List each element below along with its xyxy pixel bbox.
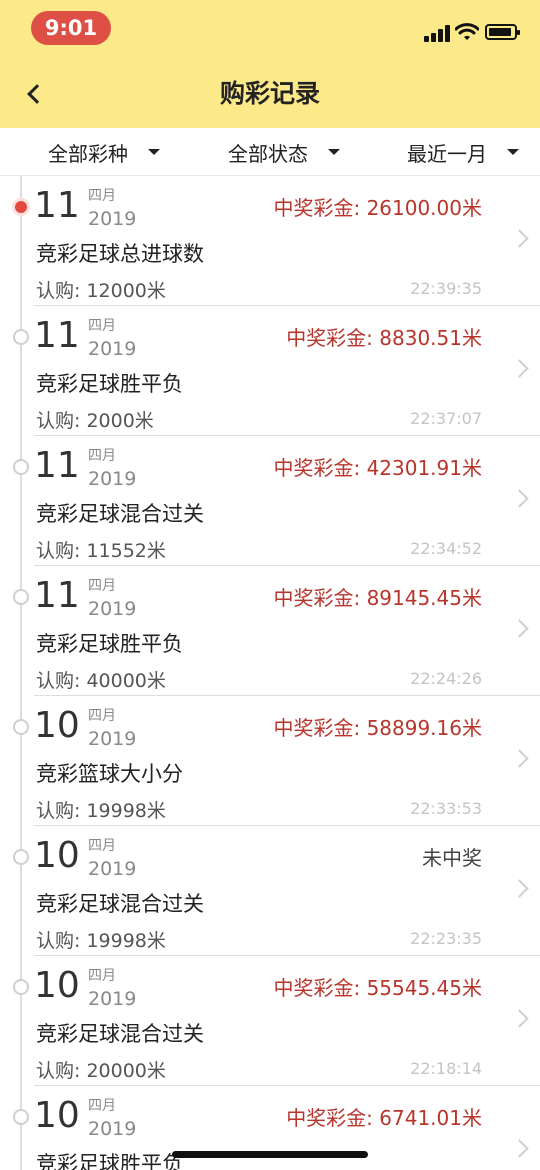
chevron-right-icon bbox=[510, 229, 529, 248]
record-game: 竞彩足球总进球数 bbox=[36, 242, 204, 266]
chevron-right-icon bbox=[510, 619, 529, 638]
record-day: 10 bbox=[34, 705, 80, 746]
record-day: 11 bbox=[34, 315, 80, 356]
record-day: 11 bbox=[34, 575, 80, 616]
battery-icon bbox=[485, 24, 520, 40]
record-prize: 中奖彩金: 6741.01米 bbox=[286, 1106, 482, 1130]
record-year: 2019 bbox=[88, 988, 137, 1010]
record-amount: 认购: 19998米 bbox=[36, 800, 166, 822]
record-day: 11 bbox=[34, 185, 80, 226]
record-prize: 中奖彩金: 26100.00米 bbox=[273, 196, 482, 220]
chevron-right-icon bbox=[510, 879, 529, 898]
record-month: 四月 bbox=[88, 968, 116, 984]
record-row[interactable]: 11 四月 2019 中奖彩金: 26100.00米 竞彩足球总进球数 认购: … bbox=[0, 176, 540, 306]
caret-down-icon bbox=[328, 149, 340, 155]
record-year: 2019 bbox=[88, 208, 137, 230]
record-amount: 认购: 20000米 bbox=[36, 1060, 166, 1082]
record-day: 10 bbox=[34, 965, 80, 1006]
caret-down-icon bbox=[148, 149, 160, 155]
chevron-right-icon bbox=[510, 1139, 529, 1158]
timeline-dot bbox=[13, 849, 29, 865]
filter-bar: 全部彩种 全部状态 最近一月 bbox=[0, 128, 540, 176]
record-row[interactable]: 11 四月 2019 中奖彩金: 89145.45米 竞彩足球胜平负 认购: 4… bbox=[0, 566, 540, 696]
purchase-record-list: 11 四月 2019 中奖彩金: 26100.00米 竞彩足球总进球数 认购: … bbox=[0, 176, 540, 1170]
record-time: 22:37:07 bbox=[410, 409, 482, 428]
record-row[interactable]: 10 四月 2019 未中奖 竞彩足球混合过关 认购: 19998米 22:23… bbox=[0, 826, 540, 956]
record-month: 四月 bbox=[88, 448, 116, 464]
record-month: 四月 bbox=[88, 188, 116, 204]
record-game: 竞彩足球混合过关 bbox=[36, 502, 204, 526]
record-month: 四月 bbox=[88, 578, 116, 594]
page-title: 购彩记录 bbox=[219, 79, 320, 108]
record-year: 2019 bbox=[88, 598, 137, 620]
filter-status[interactable]: 全部状态 bbox=[228, 128, 340, 176]
record-year: 2019 bbox=[88, 728, 137, 750]
filter-period[interactable]: 最近一月 bbox=[407, 128, 519, 176]
chevron-right-icon bbox=[510, 1009, 529, 1028]
record-prize: 未中奖 bbox=[422, 846, 482, 870]
nav-bar: 购彩记录 bbox=[0, 60, 540, 128]
cellular-signal-icon bbox=[424, 24, 450, 42]
record-row[interactable]: 10 四月 2019 中奖彩金: 58899.16米 竞彩篮球大小分 认购: 1… bbox=[0, 696, 540, 826]
wifi-icon bbox=[454, 22, 480, 42]
record-year: 2019 bbox=[88, 858, 137, 880]
chevron-right-icon bbox=[510, 489, 529, 508]
record-amount: 认购: 12000米 bbox=[36, 280, 166, 302]
caret-down-icon bbox=[507, 149, 519, 155]
record-row[interactable]: 11 四月 2019 中奖彩金: 8830.51米 竞彩足球胜平负 认购: 20… bbox=[0, 306, 540, 436]
record-game: 竞彩足球混合过关 bbox=[36, 892, 204, 916]
filter-label: 全部状态 bbox=[228, 141, 308, 166]
record-prize: 中奖彩金: 58899.16米 bbox=[273, 716, 482, 740]
record-amount: 认购: 40000米 bbox=[36, 670, 166, 692]
filter-lottery-type[interactable]: 全部彩种 bbox=[48, 128, 160, 176]
status-bar: 9:01 bbox=[0, 0, 540, 60]
timeline-dot-active bbox=[12, 198, 30, 216]
timeline-dot bbox=[13, 589, 29, 605]
filter-label: 最近一月 bbox=[407, 141, 487, 166]
record-prize: 中奖彩金: 89145.45米 bbox=[273, 586, 482, 610]
record-row[interactable]: 11 四月 2019 中奖彩金: 42301.91米 竞彩足球混合过关 认购: … bbox=[0, 436, 540, 566]
timeline-dot bbox=[13, 459, 29, 475]
record-game: 竞彩足球胜平负 bbox=[36, 372, 183, 396]
record-time: 22:23:35 bbox=[410, 929, 482, 948]
record-game: 竞彩足球胜平负 bbox=[36, 1152, 183, 1170]
record-prize: 中奖彩金: 42301.91米 bbox=[273, 456, 482, 480]
record-time: 22:33:53 bbox=[410, 799, 482, 818]
record-month: 四月 bbox=[88, 1098, 116, 1114]
record-day: 10 bbox=[34, 835, 80, 876]
record-prize: 中奖彩金: 8830.51米 bbox=[286, 326, 482, 350]
record-game: 竞彩篮球大小分 bbox=[36, 762, 183, 786]
record-year: 2019 bbox=[88, 468, 137, 490]
record-amount: 认购: 11552米 bbox=[36, 540, 166, 562]
record-time: 22:18:14 bbox=[410, 1059, 482, 1078]
timeline-dot bbox=[13, 979, 29, 995]
record-month: 四月 bbox=[88, 708, 116, 724]
record-game: 竞彩足球胜平负 bbox=[36, 632, 183, 656]
record-row[interactable]: 10 四月 2019 中奖彩金: 55545.45米 竞彩足球混合过关 认购: … bbox=[0, 956, 540, 1086]
timeline-dot bbox=[13, 719, 29, 735]
record-year: 2019 bbox=[88, 338, 137, 360]
chevron-right-icon bbox=[510, 749, 529, 768]
home-indicator bbox=[172, 1151, 368, 1158]
record-time: 22:24:26 bbox=[410, 669, 482, 688]
record-day: 11 bbox=[34, 445, 80, 486]
timeline-dot bbox=[13, 329, 29, 345]
timeline-dot bbox=[13, 1109, 29, 1125]
filter-label: 全部彩种 bbox=[48, 141, 128, 166]
record-amount: 认购: 19998米 bbox=[36, 930, 166, 952]
record-amount: 认购: 2000米 bbox=[36, 410, 154, 432]
record-time: 22:39:35 bbox=[410, 279, 482, 298]
chevron-left-icon bbox=[27, 84, 47, 104]
record-year: 2019 bbox=[88, 1118, 137, 1140]
record-day: 10 bbox=[34, 1095, 80, 1136]
record-month: 四月 bbox=[88, 318, 116, 334]
record-time: 22:34:52 bbox=[410, 539, 482, 558]
chevron-right-icon bbox=[510, 359, 529, 378]
back-button[interactable] bbox=[18, 74, 50, 114]
record-prize: 中奖彩金: 55545.45米 bbox=[273, 976, 482, 1000]
record-game: 竞彩足球混合过关 bbox=[36, 1022, 204, 1046]
status-time: 9:01 bbox=[31, 11, 111, 45]
record-month: 四月 bbox=[88, 838, 116, 854]
